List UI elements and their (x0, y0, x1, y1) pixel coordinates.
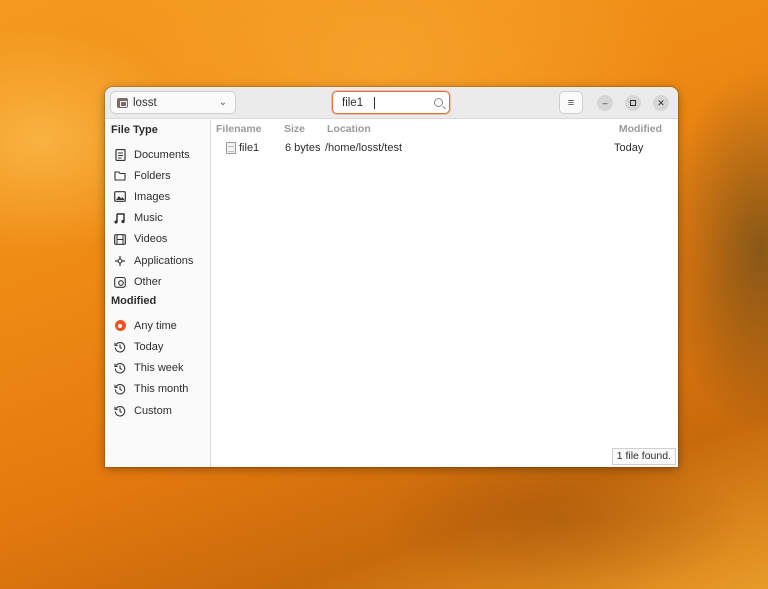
image-icon (114, 191, 126, 203)
filter-images[interactable]: Images (105, 186, 210, 207)
sidebar: File Type Documents Folders Images Music (105, 120, 211, 467)
text-caret (374, 96, 375, 109)
folder-icon (114, 170, 126, 182)
location-label: losst (133, 96, 157, 109)
filter-videos[interactable]: Videos (105, 229, 210, 250)
column-header-modified[interactable]: Modified (619, 123, 662, 135)
table-row[interactable]: file1 6 bytes /home/losst/test Today (212, 140, 678, 158)
filter-label: Applications (134, 254, 194, 267)
video-icon (114, 233, 126, 245)
close-icon: ✕ (657, 97, 665, 108)
modified-this-month[interactable]: This month (105, 379, 210, 400)
filter-music[interactable]: Music (105, 208, 210, 229)
chevron-down-icon: ⌄ (218, 97, 227, 108)
cell-modified: Today (614, 142, 644, 154)
cell-location: /home/losst/test (325, 142, 403, 154)
filter-label: Documents (134, 148, 190, 161)
history-icon (114, 341, 126, 353)
text-file-icon (226, 142, 236, 154)
filter-other[interactable]: Other (105, 271, 210, 292)
column-header-size[interactable]: Size (284, 123, 305, 135)
search-box[interactable] (332, 91, 450, 114)
minimize-icon: – (602, 97, 608, 108)
minimize-button[interactable]: – (597, 95, 613, 111)
radio-selected-icon (114, 320, 126, 332)
filter-folders[interactable]: Folders (105, 165, 210, 186)
filter-applications[interactable]: Applications (105, 250, 210, 271)
cell-size: 6 bytes (285, 142, 321, 154)
search-window: losst ⌄ ≡ – ✕ File Type Documents (105, 87, 678, 467)
filter-label: Videos (134, 233, 168, 246)
close-button[interactable]: ✕ (653, 95, 669, 111)
history-icon (114, 362, 126, 374)
modified-this-week[interactable]: This week (105, 358, 210, 379)
filter-documents[interactable]: Documents (105, 144, 210, 165)
header-bar: losst ⌄ ≡ – ✕ (105, 87, 678, 119)
status-label: 1 file found. (611, 448, 676, 465)
column-header-filename[interactable]: Filename (216, 123, 262, 135)
filter-label: Images (134, 190, 171, 203)
other-icon (114, 276, 126, 288)
modified-custom[interactable]: Custom (105, 400, 210, 421)
modified-label: This week (134, 362, 184, 375)
history-icon (114, 383, 126, 395)
applications-icon (114, 255, 126, 267)
search-input[interactable] (342, 96, 434, 109)
folder-icon (117, 97, 128, 108)
maximize-icon (630, 100, 636, 106)
modified-today[interactable]: Today (105, 337, 210, 358)
history-icon (114, 405, 126, 417)
modified-label: Today (134, 341, 164, 354)
file-type-title: File Type (111, 124, 158, 136)
document-icon (114, 148, 126, 161)
results-pane: Filename Size Location Modified file1 6 … (212, 120, 678, 467)
filter-label: Music (134, 212, 163, 225)
modified-label: Custom (134, 404, 172, 417)
search-icon (434, 98, 443, 107)
music-icon (114, 212, 126, 224)
modified-title: Modified (111, 295, 157, 308)
cell-filename: file1 (239, 142, 260, 154)
modified-label: This month (134, 383, 189, 396)
modified-any-time[interactable]: Any time (105, 315, 210, 336)
filter-label: Folders (134, 169, 171, 182)
modified-label: Any time (134, 319, 177, 332)
filter-label: Other (134, 275, 162, 288)
menu-button[interactable]: ≡ (559, 91, 583, 114)
maximize-button[interactable] (625, 95, 641, 111)
location-button[interactable]: losst ⌄ (110, 91, 236, 114)
hamburger-icon: ≡ (567, 96, 575, 109)
column-header-location[interactable]: Location (327, 123, 371, 135)
